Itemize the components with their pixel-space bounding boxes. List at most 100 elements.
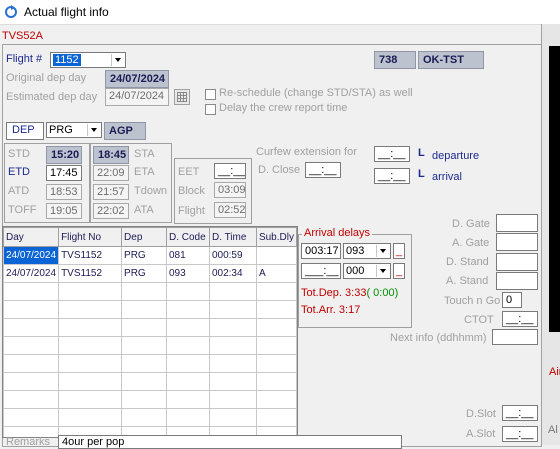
- cell[interactable]: [255, 246, 297, 265]
- curfew-arrival-field[interactable]: __:__: [374, 168, 410, 184]
- col-day[interactable]: Day: [3, 227, 60, 247]
- table-row[interactable]: [3, 318, 297, 337]
- total-departure-label: Tot.Dep. 3:33: [301, 287, 367, 299]
- atd-field[interactable]: 18:53: [46, 184, 82, 200]
- std-value: 15:20: [46, 146, 82, 164]
- aslot-field[interactable]: __:__: [502, 426, 538, 442]
- tdown-field[interactable]: 21:57: [93, 184, 129, 200]
- total-arrival-delay: Tot.Arr. 3:17: [301, 304, 361, 316]
- table-row[interactable]: 24/07/2024 TVS1152 PRG 081 000:59: [3, 246, 297, 265]
- arrival-delay-time-1[interactable]: 003:17: [301, 243, 341, 259]
- block-field[interactable]: 03:09: [214, 182, 246, 198]
- cell[interactable]: A: [255, 264, 297, 283]
- table-row[interactable]: [3, 300, 297, 319]
- arrival-delay-code-1[interactable]: 093: [343, 243, 391, 259]
- curfew-label: Curfew extension for: [256, 146, 357, 158]
- eet-field[interactable]: __:__: [214, 163, 246, 179]
- window-titlebar: Actual flight info: [0, 0, 560, 25]
- cell[interactable]: PRG: [121, 264, 167, 283]
- reschedule-label: Re-schedule (change STD/STA) as well: [219, 87, 413, 99]
- eta-label: ETA: [134, 166, 155, 178]
- chevron-down-icon[interactable]: [87, 124, 100, 136]
- agate-field[interactable]: [496, 233, 538, 251]
- ctot-field[interactable]: __:__: [502, 311, 538, 327]
- cell[interactable]: 002:34: [208, 264, 257, 283]
- table-row[interactable]: [3, 372, 297, 391]
- table-header-row: Day Flight No Dep D. Code D. Time Sub.Dl…: [3, 227, 297, 247]
- registration-label: TVS52A: [2, 30, 43, 42]
- dep-airport-combo[interactable]: PRG: [46, 122, 102, 138]
- flight-time-label: Flight: [178, 205, 205, 217]
- ata-field[interactable]: 22:02: [93, 203, 129, 219]
- ata-label: ATA: [134, 204, 154, 216]
- atd-label: ATD: [8, 185, 30, 197]
- touchngo-field[interactable]: 0: [502, 292, 522, 308]
- col-dtime[interactable]: D. Time: [208, 227, 257, 247]
- cell[interactable]: TVS1152: [58, 264, 123, 283]
- chevron-down-icon[interactable]: [111, 54, 124, 66]
- dclose-label: D. Close: [258, 164, 301, 176]
- aslot-label: A.Slot: [466, 428, 496, 440]
- curfew-arrival-label: arrival: [432, 171, 462, 183]
- agate-label: A. Gate: [452, 237, 490, 249]
- arrival-delay-mark-1[interactable]: _: [393, 243, 405, 259]
- dgate-field[interactable]: [496, 214, 538, 232]
- col-dcode[interactable]: D. Code: [166, 227, 210, 247]
- flight-number-combo[interactable]: 1152: [50, 52, 126, 68]
- delay-report-checkbox[interactable]: [205, 104, 216, 115]
- dstand-field[interactable]: [496, 253, 538, 271]
- cell[interactable]: 24/07/2024: [3, 264, 60, 283]
- cell[interactable]: 081: [166, 246, 210, 265]
- eet-label: EET: [178, 166, 200, 178]
- dstand-label: D. Stand: [446, 256, 489, 268]
- delay-report-label: Delay the crew report time: [219, 102, 348, 114]
- table-row[interactable]: [3, 354, 297, 373]
- cell[interactable]: PRG: [121, 246, 167, 265]
- astand-field[interactable]: [496, 272, 538, 290]
- original-dep-value: 24/07/2024: [105, 70, 169, 88]
- dclose-field[interactable]: __:__: [305, 162, 341, 178]
- col-subdly[interactable]: Sub.Dly: [255, 227, 297, 247]
- original-dep-label: Original dep day: [6, 72, 87, 84]
- remarks-field[interactable]: 4our per pop: [58, 435, 402, 449]
- chevron-down-icon[interactable]: [376, 265, 389, 277]
- estimated-dep-label: Estimated dep day: [6, 91, 98, 103]
- app-refresh-icon: [5, 5, 17, 18]
- nextinfo-label: Next info (ddhhmm): [390, 332, 487, 344]
- dep-tab[interactable]: DEP: [6, 122, 44, 140]
- table-row[interactable]: [3, 336, 297, 355]
- dslot-field[interactable]: __:__: [502, 405, 538, 421]
- arrival-delay-code-2[interactable]: 000: [343, 263, 391, 279]
- toff-field[interactable]: 19:05: [46, 203, 82, 219]
- cell[interactable]: TVS1152: [58, 246, 123, 265]
- flight-time-field[interactable]: 02:52: [214, 202, 246, 218]
- std-label: STD: [8, 148, 30, 160]
- total-departure-delay: Tot.Dep. 3:33( 0:00): [301, 287, 398, 299]
- toff-label: TOFF: [8, 204, 37, 216]
- calendar-icon[interactable]: [174, 89, 190, 105]
- arrival-delay-time-2[interactable]: ___:__: [301, 263, 341, 279]
- table-row[interactable]: [3, 282, 297, 301]
- side-black-panel: [549, 46, 560, 332]
- arrival-delay-mark-2[interactable]: _: [393, 263, 405, 279]
- etd-field[interactable]: 17:45: [46, 165, 82, 181]
- chevron-down-icon[interactable]: [376, 245, 389, 257]
- col-flight-no[interactable]: Flight No: [58, 227, 123, 247]
- delay-table[interactable]: Day Flight No Dep D. Code D. Time Sub.Dl…: [2, 226, 298, 438]
- block-label: Block: [178, 185, 205, 197]
- table-row[interactable]: [3, 390, 297, 409]
- eta-field[interactable]: 22:09: [93, 165, 129, 181]
- nextinfo-field[interactable]: [492, 329, 538, 345]
- cell[interactable]: 24/07/2024: [3, 246, 60, 265]
- table-row[interactable]: 24/07/2024 TVS1152 PRG 093 002:34 A: [3, 264, 297, 283]
- window-title: Actual flight info: [24, 5, 109, 19]
- reschedule-checkbox[interactable]: [205, 89, 216, 100]
- curfew-departure-field[interactable]: __:__: [374, 146, 410, 162]
- curfew-departure-label: departure: [432, 150, 480, 162]
- estimated-dep-field[interactable]: 24/07/2024: [105, 88, 169, 106]
- col-dep[interactable]: Dep: [121, 227, 167, 247]
- arrival-delays-title: Arrival delays: [302, 227, 373, 239]
- table-row[interactable]: [3, 408, 297, 427]
- cell[interactable]: 000:59: [208, 246, 257, 265]
- cell[interactable]: 093: [166, 264, 210, 283]
